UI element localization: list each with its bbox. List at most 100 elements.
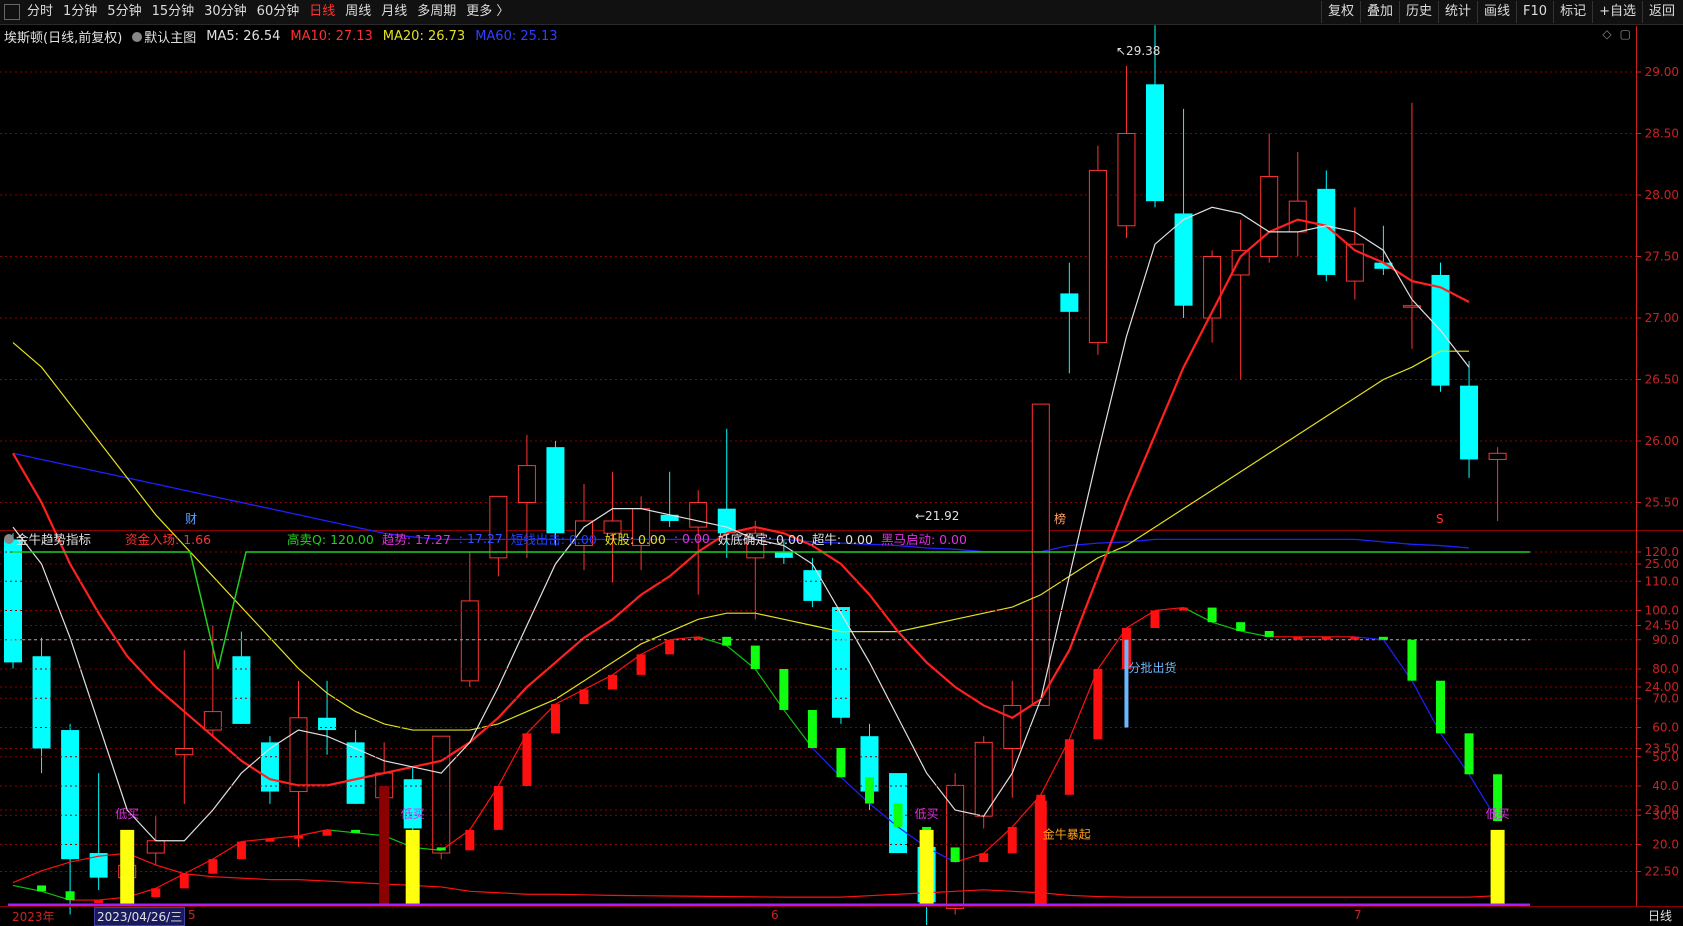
candle-body bbox=[1003, 704, 1022, 750]
zjrc-value: 资金入场: 1.66 bbox=[125, 531, 212, 547]
sub-tick-label: 40.0 bbox=[1652, 779, 1679, 793]
trend-bar bbox=[779, 669, 789, 710]
date-bar bbox=[0, 906, 1683, 926]
sub-tick-label: 110.0 bbox=[1645, 574, 1679, 588]
candle-body bbox=[689, 502, 708, 528]
candle-body bbox=[1146, 84, 1164, 202]
trend-bar bbox=[550, 704, 560, 734]
trend-bar bbox=[94, 900, 104, 904]
low-annotation: ←21.92 bbox=[915, 509, 959, 523]
yg2-value: : 0.00 bbox=[673, 530, 710, 546]
trend-bar bbox=[1236, 622, 1246, 631]
candle-body bbox=[1203, 256, 1222, 319]
trend-bar bbox=[265, 838, 275, 842]
dark-red-bar bbox=[379, 786, 390, 905]
rank-marker: 榜 bbox=[1054, 511, 1066, 526]
trend-bar bbox=[522, 733, 532, 786]
trend-bar bbox=[1093, 669, 1103, 740]
price-tick-label: 27.50 bbox=[1645, 250, 1679, 264]
low-buy-bar bbox=[1490, 829, 1505, 905]
sub-tick-label: 100.0 bbox=[1645, 604, 1679, 618]
month-6-label: 6 bbox=[771, 908, 779, 922]
qs-value: 趋势: 17.27 bbox=[381, 531, 451, 547]
sub-tick-label: 20.0 bbox=[1652, 838, 1679, 852]
trend-bar bbox=[179, 873, 189, 889]
trend-bar bbox=[1378, 636, 1388, 640]
candle-body bbox=[1260, 176, 1279, 257]
cn-value: 超牛: 0.00 bbox=[811, 531, 873, 547]
sub-tick-label: 60.0 bbox=[1652, 721, 1679, 735]
low-buy-label: 低买 bbox=[115, 807, 139, 821]
trend-bar bbox=[465, 829, 475, 851]
trend-bar bbox=[893, 803, 903, 827]
qs2-value: : 17.27 bbox=[458, 530, 503, 546]
month-5-label: 5 bbox=[188, 908, 196, 922]
trend-bar bbox=[208, 859, 218, 874]
trend-bar bbox=[1264, 630, 1274, 637]
year-label: 2023年 bbox=[12, 910, 55, 924]
main-chart[interactable]: 29.00 28.50 28.00 27.50 27.00 26.50 26.00 25.50… bbox=[0, 0, 1683, 925]
sub-tick-label: 80.0 bbox=[1652, 662, 1679, 676]
month-7-label: 7 bbox=[1354, 908, 1362, 922]
trend-bar bbox=[493, 786, 503, 830]
trend-bar bbox=[294, 835, 303, 839]
date-cursor-label: 2023/04/26/三 bbox=[94, 907, 186, 926]
candle-body bbox=[32, 656, 51, 749]
price-tick-label: 25.50 bbox=[1645, 496, 1679, 510]
indicator-selector[interactable]: 金牛趋势指标 bbox=[4, 529, 91, 548]
price-tick-label: 27.00 bbox=[1645, 311, 1679, 325]
trend-bar bbox=[1464, 733, 1474, 775]
sell-signal-bar bbox=[1124, 639, 1129, 728]
candle-body bbox=[260, 742, 279, 792]
trend-bar bbox=[1007, 826, 1017, 854]
candle-body bbox=[146, 840, 165, 854]
period-label: 日线 bbox=[1648, 909, 1673, 923]
price-tick-label: 24.50 bbox=[1645, 619, 1679, 633]
trend-bar bbox=[65, 891, 75, 901]
trend-bar bbox=[436, 847, 446, 851]
trend-bar bbox=[1207, 607, 1217, 623]
candle-body bbox=[1174, 213, 1193, 306]
trend-bar bbox=[665, 639, 675, 655]
trend-bar bbox=[236, 841, 246, 860]
low-buy-label: 低买 bbox=[1486, 807, 1510, 821]
candle-body bbox=[1060, 293, 1079, 312]
price-tick-label: 26.50 bbox=[1645, 373, 1679, 387]
candle-body bbox=[1031, 403, 1050, 706]
ma5-line bbox=[12, 206, 1470, 842]
ydqd-value: 妖底确定: 0.00 bbox=[717, 531, 804, 547]
trend-bar bbox=[1436, 680, 1445, 734]
price-tick-label: 28.00 bbox=[1645, 188, 1679, 202]
trend-bar bbox=[1179, 607, 1189, 611]
sub-tick-label: 30.0 bbox=[1652, 808, 1679, 822]
gmq-value: 高卖Q: 120.00 bbox=[287, 531, 374, 547]
candle-body bbox=[546, 447, 565, 534]
sub-tick-label: 120.0 bbox=[1645, 545, 1679, 559]
trend-bar bbox=[351, 829, 361, 833]
price-tick-label: 26.00 bbox=[1645, 434, 1679, 448]
indicator-name: 金牛趋势指标 bbox=[16, 531, 92, 547]
golden-bull-bar bbox=[1034, 800, 1047, 905]
price-tick-label: 28.50 bbox=[1645, 127, 1679, 141]
finance-marker: 财 bbox=[185, 512, 197, 526]
low-buy-bar bbox=[919, 829, 934, 905]
candle-body bbox=[1488, 452, 1507, 460]
hmqd-value: 黑马启动: 0.00 bbox=[880, 531, 967, 547]
trend-bar bbox=[579, 689, 589, 705]
indicator-info-bar: 金牛趋势指标 资金入场: 1.66 高卖Q: 120.00 趋势: 17.27 … bbox=[4, 529, 967, 547]
trend-bar bbox=[950, 847, 960, 863]
candle-body bbox=[289, 717, 308, 793]
sub-tick-label: 70.0 bbox=[1652, 691, 1679, 705]
candle-body bbox=[1288, 200, 1307, 233]
sell-signal-label: 分批出货 bbox=[1128, 660, 1176, 675]
candle-body bbox=[1460, 385, 1479, 460]
sub-tick-label: 50.0 bbox=[1652, 750, 1679, 764]
candle-body bbox=[517, 465, 536, 504]
trend-bar bbox=[608, 674, 618, 690]
trend-bar bbox=[865, 777, 874, 804]
trend-bar bbox=[1321, 636, 1331, 640]
candle-body bbox=[1231, 249, 1250, 276]
candle-body bbox=[1117, 133, 1136, 227]
trend-bar bbox=[1407, 639, 1417, 681]
trend-bar bbox=[1293, 636, 1303, 640]
